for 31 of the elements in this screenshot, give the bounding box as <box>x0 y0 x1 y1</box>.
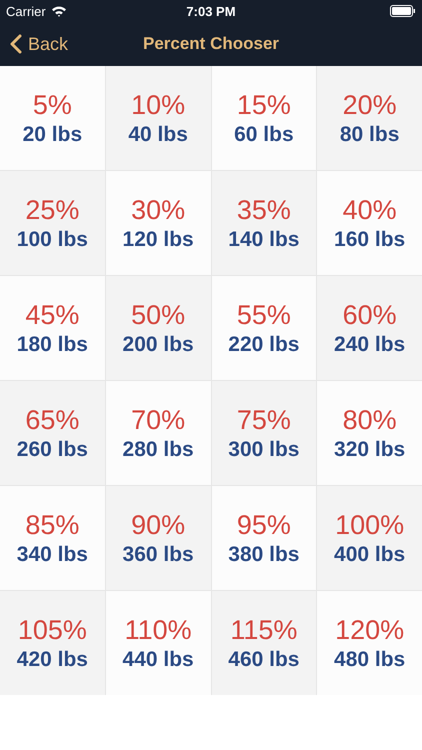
percent-tile[interactable]: 65% 260 lbs <box>0 381 105 485</box>
percent-tile[interactable]: 5% 20 lbs <box>0 66 105 170</box>
percent-tile[interactable]: 30% 120 lbs <box>106 171 210 275</box>
percent-tile[interactable]: 40% 160 lbs <box>317 171 422 275</box>
screen-title: Percent Chooser <box>142 34 280 54</box>
percent-tile[interactable]: 20% 80 lbs <box>317 66 422 170</box>
percent-tile[interactable]: 35% 140 lbs <box>212 171 316 275</box>
chevron-left-icon <box>10 34 22 54</box>
percent-tile[interactable]: 75% 300 lbs <box>212 381 316 485</box>
percent-tile[interactable]: 15% 60 lbs <box>212 66 316 170</box>
percent-tile[interactable]: 50% 200 lbs <box>106 276 210 380</box>
percent-tile[interactable]: 105% 420 lbs <box>0 591 105 695</box>
wifi-icon <box>50 5 67 17</box>
percent-tile[interactable]: 25% 100 lbs <box>0 171 105 275</box>
percent-tile[interactable]: 60% 240 lbs <box>317 276 422 380</box>
percent-tile[interactable]: 115% 460 lbs <box>212 591 316 695</box>
percent-tile[interactable]: 10% 40 lbs <box>106 66 210 170</box>
percent-tile[interactable]: 120% 480 lbs <box>317 591 422 695</box>
percent-tile[interactable]: 95% 380 lbs <box>212 486 316 590</box>
carrier-label: Carrier <box>6 4 46 18</box>
percent-tile[interactable]: 45% 180 lbs <box>0 276 105 380</box>
battery-icon <box>390 5 416 17</box>
percent-tile[interactable]: 80% 320 lbs <box>317 381 422 485</box>
percent-tile[interactable]: 85% 340 lbs <box>0 486 105 590</box>
percent-tile[interactable]: 70% 280 lbs <box>106 381 210 485</box>
percent-tile[interactable]: 100% 400 lbs <box>317 486 422 590</box>
percent-tile[interactable]: 110% 440 lbs <box>106 591 210 695</box>
back-button[interactable]: Back <box>0 34 78 54</box>
percent-tile[interactable]: 90% 360 lbs <box>106 486 210 590</box>
percent-tile[interactable]: 55% 220 lbs <box>212 276 316 380</box>
status-time: 7:03 PM <box>186 4 236 18</box>
